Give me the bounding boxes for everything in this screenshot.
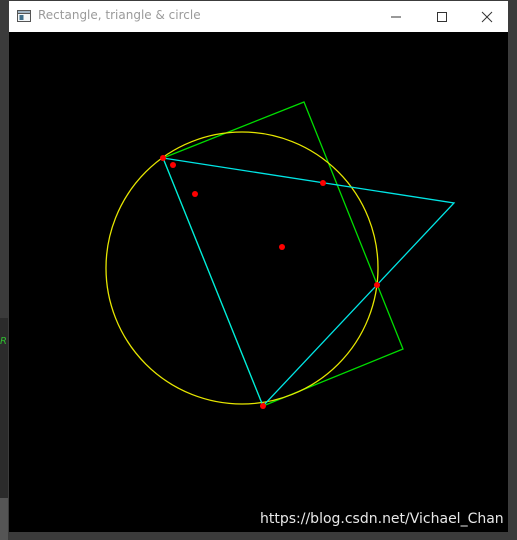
point <box>170 162 176 168</box>
app-window-icon <box>17 10 31 22</box>
drawing-canvas <box>9 32 508 532</box>
point <box>260 403 266 409</box>
close-button[interactable] <box>464 1 510 32</box>
point <box>192 191 198 197</box>
minimize-icon <box>391 16 401 17</box>
point <box>160 155 166 161</box>
background-panel-label: R <box>0 336 7 347</box>
app-window: Rectangle, triangle & circle <box>8 0 509 532</box>
title-bar[interactable]: Rectangle, triangle & circle <box>9 1 508 32</box>
minimize-button[interactable] <box>373 1 419 32</box>
window-title: Rectangle, triangle & circle <box>38 8 201 22</box>
point <box>374 282 380 288</box>
background-strip <box>0 498 8 540</box>
point <box>320 180 326 186</box>
close-icon <box>481 11 493 22</box>
maximize-icon <box>437 11 447 22</box>
watermark-text: https://blog.csdn.net/Vichael_Chan <box>260 511 504 527</box>
point <box>279 244 285 250</box>
canvas-background <box>9 32 508 532</box>
maximize-button[interactable] <box>419 1 465 32</box>
